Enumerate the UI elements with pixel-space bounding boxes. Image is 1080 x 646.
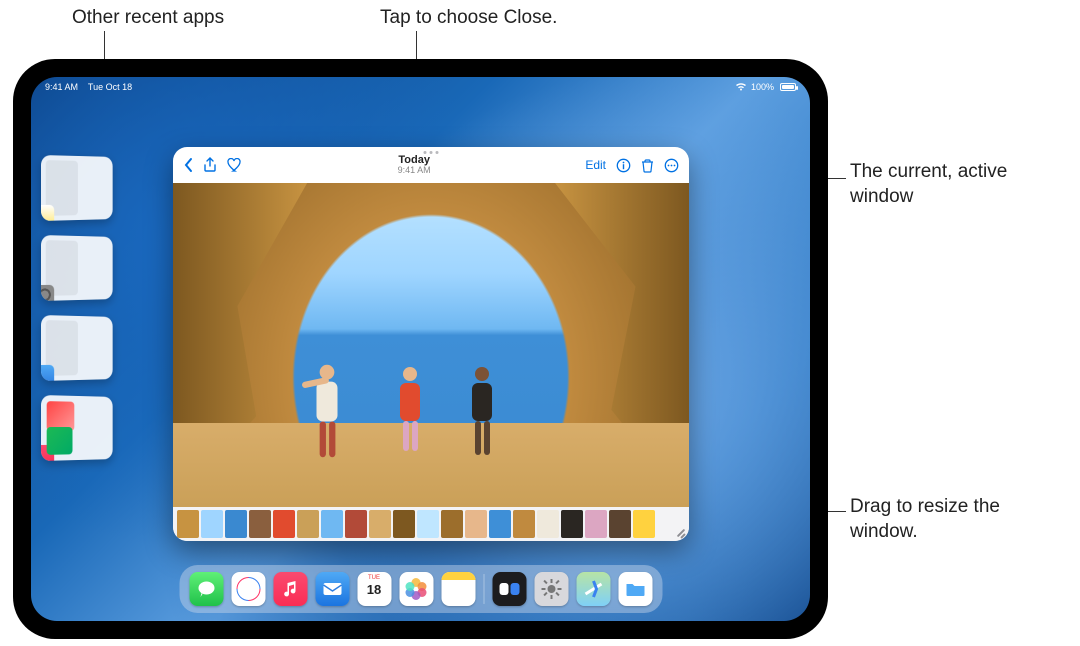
folder-icon — [624, 580, 646, 598]
ipad-frame: 9:41 AM Tue Oct 18 100% — [13, 59, 828, 639]
dock-messages[interactable] — [189, 572, 223, 606]
calendar-date: 18 — [367, 583, 381, 596]
wifi-icon — [735, 82, 747, 93]
thumbnail[interactable] — [561, 510, 583, 538]
notes-icon — [441, 572, 475, 580]
thumbnail[interactable] — [513, 510, 535, 538]
thumbnail[interactable] — [417, 510, 439, 538]
recent-app-mail[interactable] — [41, 315, 113, 381]
mail-icon — [41, 365, 54, 381]
recent-app-notes[interactable] — [41, 155, 113, 221]
safari-icon — [236, 577, 260, 601]
resize-handle[interactable] — [670, 522, 686, 538]
status-time: 9:41 AM — [45, 82, 78, 92]
thumbnail[interactable] — [369, 510, 391, 538]
thumbnail[interactable] — [489, 510, 511, 538]
dock-photos[interactable] — [399, 572, 433, 606]
dock-maps[interactable] — [576, 572, 610, 606]
edit-button[interactable]: Edit — [585, 158, 606, 172]
thumbnail[interactable] — [297, 510, 319, 538]
thumbnail[interactable] — [393, 510, 415, 538]
settings-icon — [41, 285, 54, 301]
trash-icon[interactable] — [641, 158, 654, 173]
back-icon[interactable] — [183, 157, 193, 173]
dock-calendar[interactable]: TUE 18 — [357, 572, 391, 606]
photo-decor — [317, 365, 338, 457]
thumbnail[interactable] — [177, 510, 199, 538]
window-grip[interactable] — [424, 151, 439, 154]
thumbnail[interactable] — [345, 510, 367, 538]
photo-decor — [400, 367, 420, 455]
dock-translate[interactable] — [492, 572, 526, 606]
toolbar-title-group: Today 9:41 AM — [398, 154, 431, 176]
share-icon[interactable] — [203, 157, 217, 173]
music-note-icon — [282, 580, 298, 598]
dock-safari[interactable] — [231, 572, 265, 606]
status-right: 100% — [735, 82, 796, 93]
maps-icon — [583, 579, 603, 599]
battery-percent: 100% — [751, 82, 774, 92]
dock-files[interactable] — [618, 572, 652, 606]
more-icon[interactable] — [664, 158, 679, 173]
status-left: 9:41 AM Tue Oct 18 — [45, 82, 132, 92]
window-subtitle: 9:41 AM — [398, 166, 431, 176]
callout-active-window: The current, active window — [850, 160, 1070, 209]
battery-icon — [780, 83, 796, 91]
notes-icon — [41, 205, 54, 221]
thumbnail[interactable] — [321, 510, 343, 538]
thumbnail[interactable] — [537, 510, 559, 538]
thumbnail[interactable] — [609, 510, 631, 538]
thumbnail[interactable] — [201, 510, 223, 538]
photos-window[interactable]: Today 9:41 AM Edit — [173, 147, 689, 541]
thumbnail[interactable] — [225, 510, 247, 538]
thumbnail[interactable] — [465, 510, 487, 538]
thumbnail[interactable] — [585, 510, 607, 538]
photo-decor — [173, 423, 689, 507]
photo-decor — [472, 367, 492, 455]
dock-separator — [483, 574, 484, 604]
dock-notes[interactable] — [441, 572, 475, 606]
dock-mail[interactable] — [315, 572, 349, 606]
messages-icon — [196, 580, 216, 598]
recent-app-settings[interactable] — [41, 235, 113, 301]
calendar-day-label: TUE — [368, 575, 380, 581]
recent-app-music[interactable] — [41, 395, 113, 461]
gear-icon — [540, 578, 562, 600]
callout-close-hint: Tap to choose Close. — [380, 6, 557, 31]
thumbnail[interactable] — [633, 510, 655, 538]
thumbnail[interactable] — [249, 510, 271, 538]
music-icon — [41, 445, 54, 461]
envelope-icon — [321, 581, 343, 597]
info-icon[interactable] — [616, 158, 631, 173]
callout-resize-hint: Drag to resize the window. — [850, 495, 1070, 544]
thumbnail[interactable] — [273, 510, 295, 538]
translate-icon — [498, 581, 520, 597]
photos-icon — [405, 578, 427, 600]
status-bar: 9:41 AM Tue Oct 18 100% — [31, 77, 810, 95]
dock-settings[interactable] — [534, 572, 568, 606]
ipad-screen: 9:41 AM Tue Oct 18 100% — [31, 77, 810, 621]
recent-apps-column — [41, 155, 129, 461]
dock: TUE 18 — [179, 565, 662, 613]
thumbnail-strip[interactable] — [173, 507, 689, 541]
heart-icon[interactable] — [227, 158, 243, 172]
callout-recent-apps: Other recent apps — [72, 6, 224, 31]
status-date: Tue Oct 18 — [88, 82, 132, 92]
photo-viewer[interactable] — [173, 183, 689, 507]
thumbnail[interactable] — [441, 510, 463, 538]
dock-music[interactable] — [273, 572, 307, 606]
